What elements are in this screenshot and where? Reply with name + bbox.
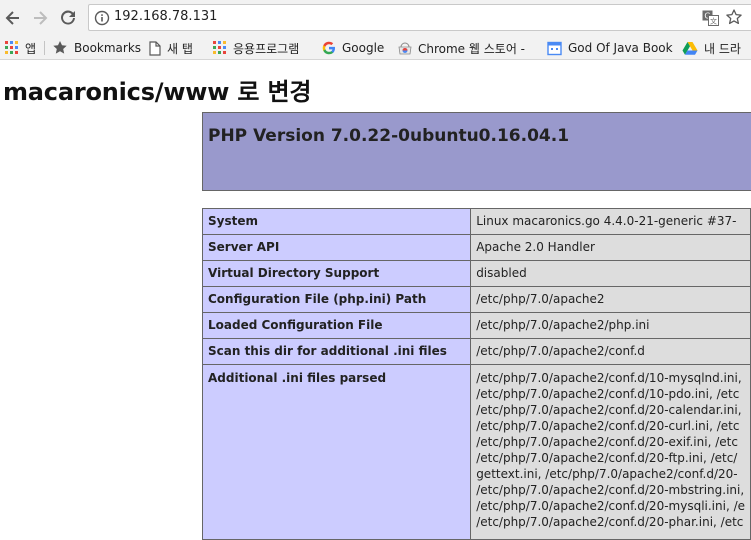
- table-row: Loaded Configuration File /etc/php/7.0/a…: [201, 312, 751, 339]
- bookmark-my-drive[interactable]: 내 드라: [682, 39, 741, 57]
- row-key: Virtual Directory Support: [201, 260, 472, 287]
- row-value: /etc/php/7.0/apache2/conf.d: [470, 338, 751, 365]
- svg-text:文: 文: [710, 17, 717, 26]
- reload-icon: [61, 10, 75, 25]
- bookmark-god-of-java[interactable]: God Of Java Book: [547, 39, 673, 57]
- table-row: Configuration File (php.ini) Path /etc/p…: [201, 286, 751, 313]
- bookmark-google[interactable]: Google: [322, 39, 384, 57]
- table-row: Scan this dir for additional .ini files …: [201, 338, 751, 365]
- row-key: Scan this dir for additional .ini files: [201, 338, 472, 365]
- table-row: System Linux macaronics.go 4.4.0-21-gene…: [201, 208, 751, 235]
- row-key: System: [201, 208, 472, 235]
- bookmark-label: Google: [342, 41, 385, 55]
- drive-icon: [682, 41, 698, 55]
- bookmarks-bar: 앱 Bookmarks 새 탭 응용프로그램 Google Chrome 웹 스…: [0, 36, 751, 60]
- page-icon: [149, 40, 161, 56]
- webstore-icon: [398, 41, 412, 55]
- bookmark-label: 내 드라: [704, 41, 741, 56]
- table-row: Server API Apache 2.0 Handler: [201, 234, 751, 261]
- row-key: Additional .ini files parsed: [201, 364, 472, 540]
- ini-file-line: /etc/php/7.0/apache2/conf.d/20-mbstring.…: [476, 483, 745, 497]
- url-text: 192.168.78.131: [114, 9, 218, 24]
- browser-toolbar: 192.168.78.131 G文: [0, 0, 751, 36]
- row-key: Server API: [201, 234, 472, 261]
- bookmark-label: 앱: [25, 41, 37, 56]
- back-arrow-icon: [5, 11, 19, 25]
- php-version-header: PHP Version 7.0.22-0ubuntu0.16.04.1: [202, 112, 751, 191]
- table-row: Additional .ini files parsed /etc/php/7.…: [201, 364, 751, 540]
- page-title: macaronics/www 로 변경: [3, 78, 312, 106]
- reload-button[interactable]: [56, 6, 80, 30]
- bookmark-chrome-webstore[interactable]: Chrome 웹 스토어 -: [398, 39, 525, 57]
- address-bar[interactable]: 192.168.78.131 G文: [88, 4, 751, 31]
- back-button[interactable]: [1, 6, 25, 30]
- translate-icon[interactable]: G文: [702, 10, 719, 30]
- ini-file-line: /etc/php/7.0/apache2/conf.d/20-exif.ini,…: [476, 435, 738, 449]
- row-value: Apache 2.0 Handler: [470, 234, 751, 261]
- ini-file-line: /etc/php/7.0/apache2/conf.d/20-curl.ini,…: [476, 419, 740, 433]
- row-value: /etc/php/7.0/apache2/conf.d/10-mysqlnd.i…: [470, 364, 751, 540]
- apps-grid-icon: [213, 41, 227, 55]
- ini-file-line: /etc/php/7.0/apache2/conf.d/20-phar.ini,…: [476, 515, 744, 529]
- star-icon: [52, 40, 68, 56]
- bookmark-divider: [44, 41, 45, 55]
- bookmark-apps[interactable]: 앱: [5, 39, 36, 57]
- row-value: /etc/php/7.0/apache2/php.ini: [470, 312, 751, 339]
- row-key: Loaded Configuration File: [201, 312, 472, 339]
- forward-arrow-icon: [34, 11, 48, 25]
- bookmark-label: Bookmarks: [74, 41, 142, 55]
- bookmark-star-icon[interactable]: [725, 8, 743, 30]
- row-value: Linux macaronics.go 4.4.0-21-generic #37…: [470, 208, 751, 235]
- bookmark-apps-kr[interactable]: 응용프로그램: [213, 39, 299, 57]
- bookmark-label: Chrome 웹 스토어 -: [418, 41, 526, 56]
- apps-grid-icon: [5, 41, 19, 55]
- bookmark-label: 새 탭: [167, 41, 193, 56]
- table-row: Virtual Directory Support disabled: [201, 260, 751, 287]
- ini-file-line: /etc/php/7.0/apache2/conf.d/10-pdo.ini, …: [476, 387, 740, 401]
- ini-file-line: /etc/php/7.0/apache2/conf.d/10-mysqlnd.i…: [476, 371, 742, 385]
- calendar-icon: [547, 41, 562, 56]
- ini-file-line: /etc/php/7.0/apache2/conf.d/20-ftp.ini, …: [476, 451, 738, 465]
- ini-file-line: /etc/php/7.0/apache2/conf.d/20-calendar.…: [476, 403, 742, 417]
- bookmark-new-tab[interactable]: 새 탭: [149, 39, 193, 57]
- php-version-title: PHP Version 7.0.22-0ubuntu0.16.04.1: [208, 126, 570, 146]
- php-info-table: System Linux macaronics.go 4.4.0-21-gene…: [201, 208, 751, 540]
- ini-file-line: gettext.ini, /etc/php/7.0/apache2/conf.d…: [476, 467, 738, 481]
- forward-button[interactable]: [28, 6, 52, 30]
- bookmark-bookmarks[interactable]: Bookmarks: [52, 39, 141, 57]
- google-icon: [322, 41, 336, 55]
- row-key: Configuration File (php.ini) Path: [201, 286, 472, 313]
- bookmark-label: God Of Java Book: [568, 41, 673, 55]
- row-value: disabled: [470, 260, 751, 287]
- bookmark-label: 응용프로그램: [233, 41, 300, 56]
- info-icon[interactable]: [94, 10, 110, 30]
- ini-file-line: /etc/php/7.0/apache2/conf.d/20-mysqli.in…: [476, 499, 745, 513]
- row-value: /etc/php/7.0/apache2: [470, 286, 751, 313]
